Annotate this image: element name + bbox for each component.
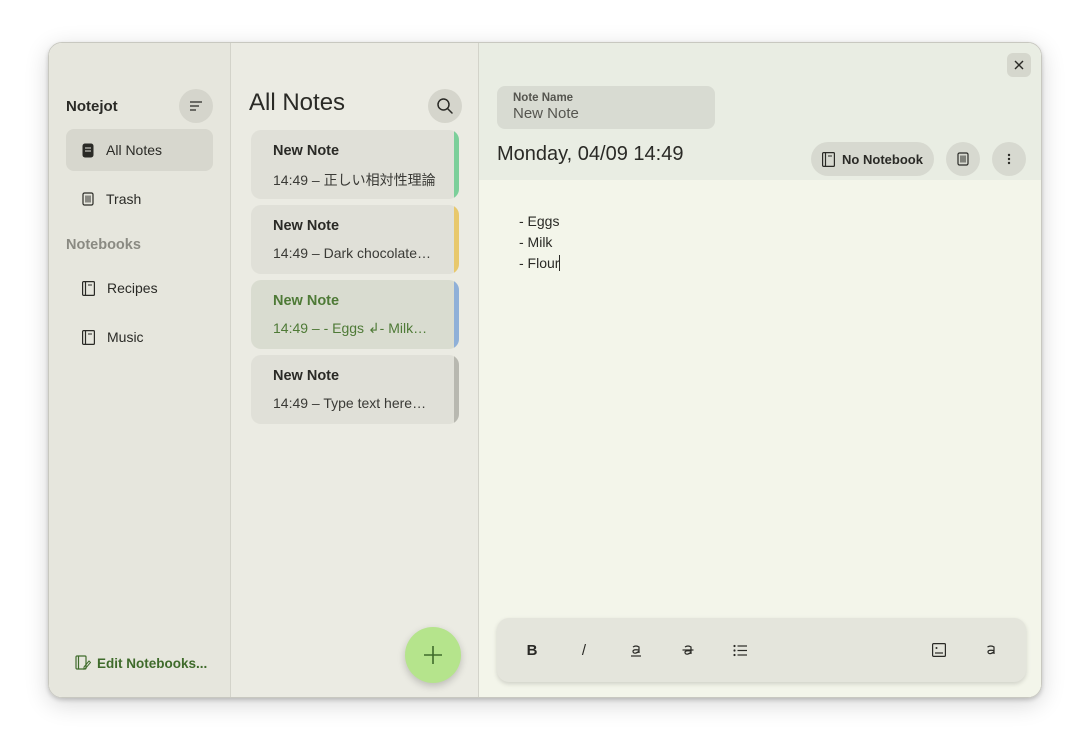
note-card[interactable]: New Note 14:49 – Type text here… bbox=[251, 355, 459, 424]
note-preview: 14:49 – - Eggs ↲- Milk… bbox=[273, 320, 428, 336]
note-icon bbox=[82, 143, 94, 157]
note-card[interactable]: New Note 14:49 – 正しい相対性理論 bbox=[251, 130, 459, 199]
note-date: Monday, 04/09 14:49 bbox=[497, 143, 684, 165]
note-text-area[interactable]: - Eggs - Milk - Flour bbox=[497, 189, 1026, 599]
text-caret bbox=[559, 255, 561, 271]
note-title: New Note bbox=[273, 368, 340, 384]
note-color-bar bbox=[454, 130, 459, 199]
sidebar-item-trash[interactable]: Trash bbox=[66, 178, 213, 220]
note-title: New Note bbox=[273, 293, 340, 309]
editor-pane: Note Name Monday, 04/09 14:49 No Noteboo… bbox=[479, 43, 1041, 697]
notes-list-title: All Notes bbox=[249, 89, 346, 116]
note-name-field[interactable]: Note Name bbox=[497, 86, 715, 129]
note-line: - Eggs bbox=[519, 213, 560, 229]
underline-button[interactable] bbox=[619, 633, 653, 667]
edit-notebook-icon bbox=[75, 655, 91, 670]
notes-list-pane: All Notes New Note 14:49 – 正しい相対性理論 New … bbox=[231, 43, 479, 697]
notebook-select-label: No Notebook bbox=[842, 151, 923, 167]
note-preview: 14:49 – Dark chocolate… bbox=[273, 245, 431, 261]
note-line: - Milk bbox=[519, 234, 553, 250]
trash-icon bbox=[82, 192, 94, 206]
edit-notebooks-button[interactable]: Edit Notebooks... bbox=[75, 655, 207, 671]
bullet-list-icon bbox=[732, 644, 747, 656]
more-vertical-icon bbox=[1007, 153, 1011, 165]
strikethrough-button[interactable] bbox=[671, 633, 705, 667]
trash-note-button[interactable] bbox=[946, 142, 980, 176]
underline-icon bbox=[631, 645, 641, 657]
notebooks-heading: Notebooks bbox=[66, 237, 141, 253]
note-color-bar bbox=[454, 355, 459, 424]
bullet-list-button[interactable] bbox=[723, 633, 757, 667]
bold-button[interactable]: B bbox=[515, 633, 549, 667]
sidebar-item-recipes[interactable]: Recipes bbox=[66, 267, 213, 309]
text-format-icon bbox=[987, 645, 995, 655]
notebook-icon bbox=[822, 151, 836, 167]
note-color-bar bbox=[454, 280, 459, 349]
note-preview: 14:49 – 正しい相対性理論 bbox=[273, 172, 436, 188]
sidebar: Notejot All Notes Trash Notebooks Recipe… bbox=[49, 43, 231, 697]
app-title: Notejot bbox=[66, 97, 118, 115]
italic-button[interactable]: / bbox=[567, 633, 601, 667]
insert-image-button[interactable] bbox=[922, 633, 956, 667]
menu-button[interactable] bbox=[179, 89, 213, 123]
sidebar-item-music[interactable]: Music bbox=[66, 316, 213, 358]
strikethrough-icon bbox=[682, 645, 694, 655]
new-note-button[interactable] bbox=[405, 627, 461, 683]
note-card-selected[interactable]: New Note 14:49 – - Eggs ↲- Milk… bbox=[251, 280, 459, 349]
note-name-label: Note Name bbox=[513, 92, 574, 104]
note-title: New Note bbox=[273, 143, 340, 159]
plus-icon bbox=[424, 646, 442, 664]
app-window: Notejot All Notes Trash Notebooks Recipe… bbox=[48, 42, 1042, 698]
image-icon bbox=[932, 643, 946, 657]
note-name-input[interactable] bbox=[513, 105, 699, 122]
notebook-select-button[interactable]: No Notebook bbox=[811, 142, 934, 176]
note-color-bar bbox=[454, 205, 459, 274]
sidebar-item-label: Recipes bbox=[107, 280, 158, 296]
edit-notebooks-label: Edit Notebooks... bbox=[97, 655, 208, 671]
sidebar-item-label: Music bbox=[107, 329, 144, 345]
search-button[interactable] bbox=[428, 89, 462, 123]
close-icon bbox=[1014, 60, 1024, 70]
notebook-icon bbox=[82, 329, 95, 345]
note-card[interactable]: New Note 14:49 – Dark chocolate… bbox=[251, 205, 459, 274]
sidebar-header: Notejot bbox=[66, 89, 213, 123]
note-title: New Note bbox=[273, 218, 340, 234]
sidebar-item-label: Trash bbox=[106, 191, 142, 207]
close-button[interactable] bbox=[1007, 53, 1031, 77]
notebook-icon bbox=[82, 280, 95, 296]
sidebar-item-label: All Notes bbox=[106, 142, 163, 158]
search-icon bbox=[437, 98, 453, 114]
format-toolbar: B / bbox=[497, 618, 1026, 682]
menu-icon bbox=[190, 101, 202, 111]
note-line: - Flour bbox=[519, 255, 561, 271]
text-format-button[interactable] bbox=[974, 633, 1008, 667]
sidebar-item-all-notes[interactable]: All Notes bbox=[66, 129, 213, 171]
more-options-button[interactable] bbox=[992, 142, 1026, 176]
trash-icon bbox=[957, 152, 969, 166]
note-preview: 14:49 – Type text here… bbox=[273, 395, 427, 411]
